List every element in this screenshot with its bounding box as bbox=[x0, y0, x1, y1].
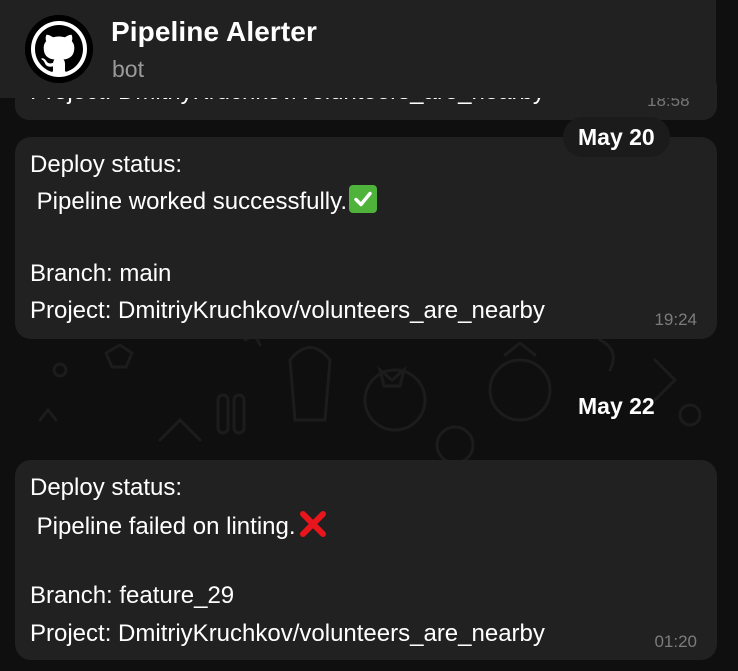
chat-subtitle: bot bbox=[112, 56, 144, 82]
github-octocat-icon[interactable] bbox=[25, 15, 93, 83]
check-mark-emoji-icon bbox=[349, 185, 378, 213]
message-status: Pipeline failed on linting. bbox=[30, 509, 328, 541]
message-time: 01:20 bbox=[654, 632, 697, 651]
cross-mark-emoji-icon bbox=[298, 509, 328, 539]
message-bubble-success[interactable]: Deploy status: Pipeline worked successfu… bbox=[15, 137, 717, 339]
date-separator: May 22 bbox=[578, 393, 655, 419]
message-time: 19:24 bbox=[654, 310, 697, 329]
message-status-text: Pipeline failed on linting. bbox=[30, 513, 296, 540]
message-project: Project: DmitriyKruchkov/volunteers_are_… bbox=[30, 297, 545, 324]
message-heading: Deploy status: bbox=[30, 151, 183, 178]
message-project: Project: DmitriyKruchkov/volunteers_are_… bbox=[30, 620, 545, 647]
date-separator: May 20 bbox=[563, 117, 670, 157]
message-status-text: Pipeline worked successfully. bbox=[30, 188, 348, 215]
chat-header[interactable]: Pipeline Alerter bot bbox=[0, 0, 716, 98]
chat-title: Pipeline Alerter bbox=[111, 16, 317, 47]
message-bubble-failure[interactable]: Deploy status: Pipeline failed on lintin… bbox=[15, 460, 717, 660]
message-branch: Branch: main bbox=[30, 260, 172, 287]
message-status: Pipeline worked successfully. bbox=[30, 185, 378, 216]
message-heading: Deploy status: bbox=[30, 474, 183, 501]
message-branch: Branch: feature_29 bbox=[30, 582, 235, 609]
